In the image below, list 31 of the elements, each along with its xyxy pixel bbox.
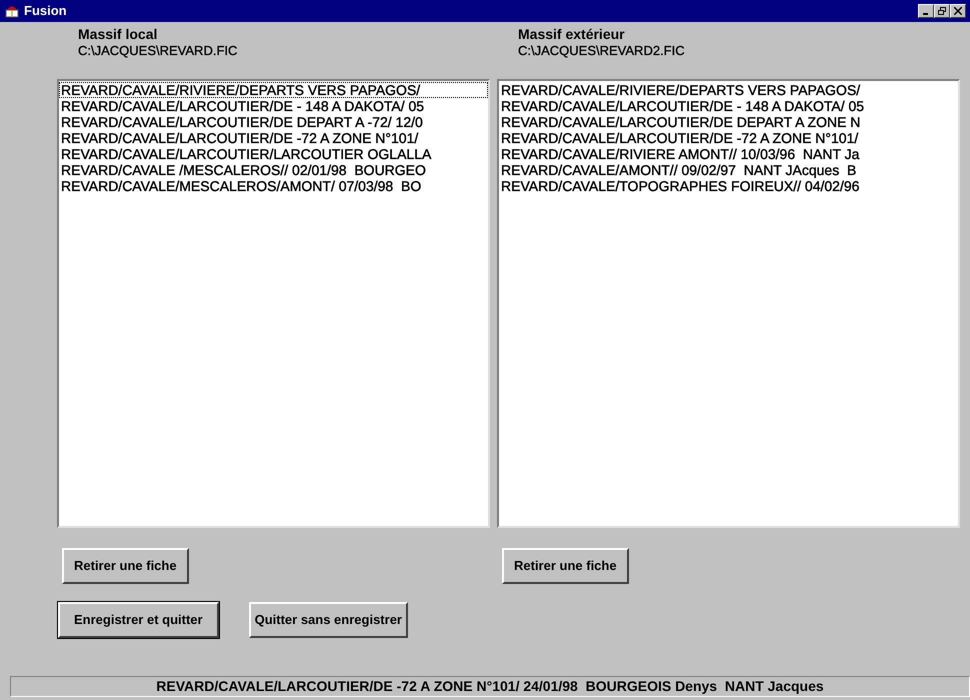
record-list[interactable] xyxy=(497,79,960,528)
remove-record-button[interactable]: Retirer une fiche xyxy=(502,548,629,584)
list-item[interactable]: REVARD/CAVALE/LARCOUTIER/LARCOUTIER OGLALLA xyxy=(59,146,488,162)
minimize-button[interactable] xyxy=(918,4,934,18)
list-item[interactable]: REVARD/CAVALE/RIVIERE AMONT// 10/03/96 NANT Ja xyxy=(499,146,958,162)
list-item[interactable]: REVARD/CAVALE/MESCALEROS/AMONT/ 07/03/98 BO xyxy=(59,178,488,194)
window-title: Fusion xyxy=(24,2,67,20)
maximize-button[interactable] xyxy=(934,4,950,18)
save-quit-button[interactable]: Enregistrer et quitter xyxy=(58,602,219,638)
status-bar: REVARD/CAVALE/LARCOUTIER/DE -72 A ZONE N°101/ 24/01/98 BOURGEOIS Denys NANT Jacques xyxy=(10,676,970,697)
file-path: C:\JACQUES\REVARD.FIC xyxy=(77,43,238,59)
file-path: C:\JACQUES\REVARD2.FIC xyxy=(517,43,686,59)
close-button[interactable] xyxy=(950,4,966,18)
list-item[interactable]: REVARD/CAVALE/TOPOGRAPHES FOIREUX// 04/02/96 xyxy=(499,178,958,194)
list-item[interactable]: REVARD/CAVALE/LARCOUTIER/DE DEPART A ZONE N xyxy=(499,114,958,130)
list-item[interactable]: REVARD/CAVALE/LARCOUTIER/DE -72 A ZONE N°101/ xyxy=(499,130,958,146)
close-icon xyxy=(954,7,962,15)
panel-label: Massif extérieur xyxy=(517,26,626,43)
remove-record-button[interactable]: Retirer une fiche xyxy=(62,548,189,584)
list-item[interactable]: REVARD/CAVALE/LARCOUTIER/DE - 148 A DAKOTA/ 05 xyxy=(59,98,488,114)
list-item[interactable]: REVARD/CAVALE/LARCOUTIER/DE DEPART A -72/ 12/0 xyxy=(59,114,488,130)
panel-label: Massif local xyxy=(77,26,158,43)
record-list[interactable] xyxy=(57,79,490,528)
quit-button[interactable]: Quitter sans enregistrer xyxy=(248,602,408,638)
list-item[interactable]: REVARD/CAVALE/RIVIERE/DEPARTS VERS PAPAGOS/ xyxy=(59,82,488,98)
list-item[interactable]: REVARD/CAVALE/LARCOUTIER/DE - 148 A DAKOTA/ 05 xyxy=(499,98,958,114)
restore-icon xyxy=(938,7,946,15)
list-item[interactable]: REVARD/CAVALE/LARCOUTIER/DE -72 A ZONE N°101/ xyxy=(59,130,488,146)
list-item[interactable]: REVARD/CAVALE/RIVIERE/DEPARTS VERS PAPAGOS/ xyxy=(499,82,958,98)
list-item[interactable]: REVARD/CAVALE /MESCALEROS// 02/01/98 BOURGEO xyxy=(59,162,488,178)
list-item[interactable]: REVARD/CAVALE/AMONT// 09/02/97 NANT JAcques B xyxy=(499,162,958,178)
